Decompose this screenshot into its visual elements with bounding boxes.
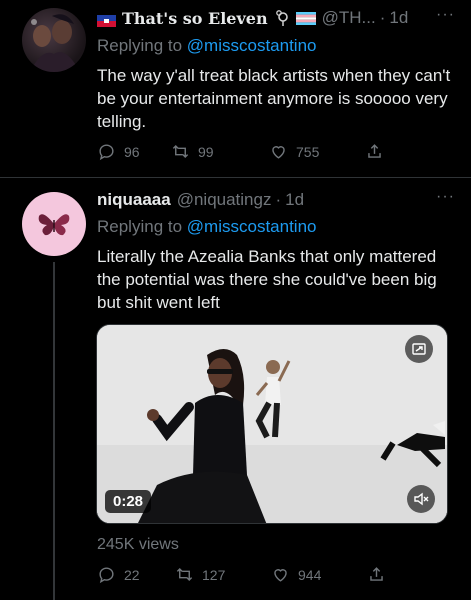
replying-prefix: Replying to bbox=[97, 36, 183, 55]
mention-link[interactable]: @misscostantino bbox=[187, 36, 317, 55]
like-count: 944 bbox=[298, 566, 322, 583]
display-name[interactable]: niquaaaa bbox=[97, 190, 171, 210]
mute-icon[interactable] bbox=[407, 485, 435, 513]
retweet-icon bbox=[172, 144, 189, 159]
replying-to: Replying to @misscostantino bbox=[97, 36, 317, 56]
more-icon[interactable]: ··· bbox=[436, 188, 455, 206]
reply-icon bbox=[99, 567, 114, 584]
avatar[interactable] bbox=[22, 192, 86, 256]
share-icon bbox=[368, 144, 381, 158]
divider bbox=[0, 177, 471, 178]
separator-dot: · bbox=[275, 190, 282, 209]
reply-count: 96 bbox=[124, 143, 140, 160]
haiti-flag-icon bbox=[97, 12, 116, 27]
video-duration: 0:28 bbox=[105, 490, 152, 513]
share-button[interactable] bbox=[365, 142, 392, 161]
tweet-text: Literally the Azealia Banks that only ma… bbox=[97, 247, 437, 312]
tweet-1[interactable]: That's so Eleven @TH... · 1d ··· Replyin… bbox=[0, 0, 471, 178]
more-icon[interactable]: ··· bbox=[436, 6, 455, 24]
retweet-button[interactable]: 127 bbox=[175, 565, 271, 584]
reply-icon bbox=[99, 144, 114, 161]
retweet-icon bbox=[176, 567, 193, 582]
action-bar: 22 127 944 bbox=[97, 565, 394, 584]
trans-flag-icon bbox=[295, 11, 316, 25]
thread-line bbox=[53, 262, 55, 600]
handle[interactable]: @niquatingz bbox=[177, 190, 272, 210]
share-icon bbox=[370, 567, 383, 581]
avatar[interactable] bbox=[22, 8, 86, 72]
retweet-count: 99 bbox=[198, 143, 214, 160]
reply-button[interactable]: 96 bbox=[97, 142, 171, 161]
reply-button[interactable]: 22 bbox=[97, 565, 175, 584]
retweet-count: 127 bbox=[202, 566, 226, 583]
genderfluid-symbol-icon bbox=[274, 9, 292, 27]
mention-link[interactable]: @misscostantino bbox=[187, 217, 317, 236]
like-icon bbox=[272, 146, 285, 159]
tweet-text: The way y'all treat black artists when t… bbox=[97, 66, 451, 131]
pip-icon[interactable] bbox=[405, 335, 433, 363]
timestamp[interactable]: 1d bbox=[389, 8, 408, 28]
timestamp[interactable]: 1d bbox=[285, 190, 304, 210]
handle[interactable]: @TH... bbox=[322, 8, 376, 28]
display-name[interactable]: That's so Eleven bbox=[122, 9, 268, 28]
like-icon bbox=[274, 569, 287, 582]
video-player[interactable]: 0:28 bbox=[96, 324, 448, 524]
share-button[interactable] bbox=[367, 565, 394, 584]
view-count: 245K views bbox=[97, 536, 179, 553]
like-button[interactable]: 755 bbox=[269, 142, 365, 161]
like-count: 755 bbox=[296, 143, 320, 160]
replying-prefix: Replying to bbox=[97, 217, 183, 236]
retweet-button[interactable]: 99 bbox=[171, 142, 269, 161]
butterfly-icon bbox=[38, 214, 70, 236]
separator-dot: · bbox=[379, 8, 386, 27]
reply-count: 22 bbox=[124, 566, 140, 583]
like-button[interactable]: 944 bbox=[271, 565, 367, 584]
action-bar: 96 99 755 bbox=[97, 142, 392, 161]
replying-to: Replying to @misscostantino bbox=[97, 217, 317, 237]
